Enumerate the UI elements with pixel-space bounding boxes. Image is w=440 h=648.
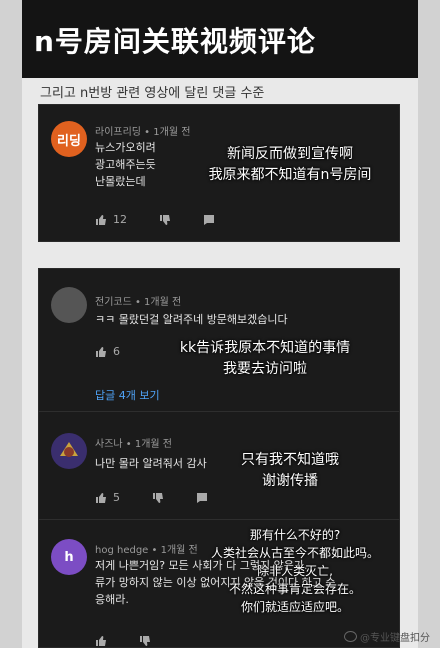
avatar[interactable] [51,433,87,469]
comment-text: ㅋㅋ 몰랐던걸 알려주네 방문해보겠습니다 [95,313,288,326]
translation-caption-1: 新闻反而做到宣传啊 我原来都不知道有n号房间 [208,146,372,183]
korean-caption: 그리고 n번방 관련 영상에 달린 댓글 수준 [40,86,265,101]
comment-author-meta: 라이프리딩 • 1개월 전 [95,127,191,138]
avatar[interactable]: 리딩 [51,121,87,157]
thumbs-down-icon[interactable] [139,635,151,647]
reply-icon[interactable] [203,214,215,226]
reply-icon[interactable] [196,492,208,504]
comment-author-meta: 전기코드 • 1개월 전 [95,297,182,308]
page-title: n号房间关联视频评论 [34,25,316,58]
header-bar: n号房间关联视频评论 [22,0,418,78]
like-count: 6 [113,345,120,358]
like-count: 5 [113,491,120,504]
comment-actions: 5 [95,491,208,504]
thumbs-down-icon[interactable] [159,214,171,226]
translation-caption-3: 只有我不知道哦 谢谢传播 [241,452,339,489]
comment-text: 뉴스가오히려 광고해주는듯 난몰랐는데 [95,141,156,188]
character-avatar-icon [55,437,83,465]
comment-author-meta: 사즈나 • 1개월 전 [95,439,172,450]
avatar[interactable]: h [51,539,87,575]
comment-actions [95,635,151,647]
thumbs-down-icon[interactable] [152,492,164,504]
comment-text: 나만 몰라 알려줘서 감사 [95,457,207,470]
translation-caption-4: 那有什么不好的? 人类社会从古至今不都如此吗。 除非人类灭亡, 不然这种事肯定会… [210,528,379,614]
thumbs-up-icon[interactable] [95,635,107,647]
translation-caption-2: kk告诉我原本不知道的事情 我要去访问啦 [179,340,351,377]
avatar[interactable] [51,287,87,323]
like-count: 12 [113,213,127,226]
divider [39,411,399,412]
watermark: @专业键盘扣分 [344,629,430,644]
divider [39,519,399,520]
weibo-icon [344,631,357,642]
view-replies-link[interactable]: 답글 4개 보기 [95,387,160,403]
thumbs-up-icon[interactable] [95,346,107,358]
comment-actions: 12 [95,213,215,226]
thumbs-up-icon[interactable] [95,214,107,226]
screenshot-page: n号房间关联视频评论 그리고 n번방 관련 영상에 달린 댓글 수준 리딩 라이… [0,0,440,648]
watermark-text: @专业键盘扣分 [360,633,430,644]
comment-actions: 6 [95,345,120,358]
thumbs-up-icon[interactable] [95,492,107,504]
